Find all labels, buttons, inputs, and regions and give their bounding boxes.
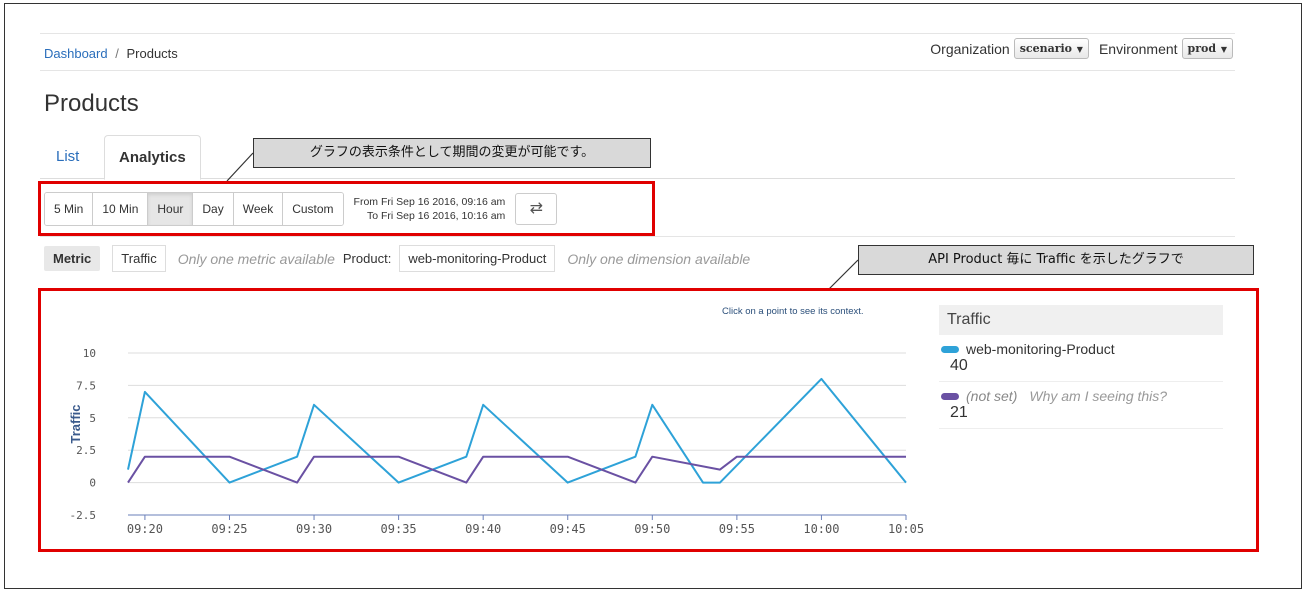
legend-item-name: web-monitoring-Product xyxy=(966,341,1115,357)
y-tick-label: 7.5 xyxy=(76,379,96,392)
metric-note: Only one metric available xyxy=(177,250,335,267)
chart-legend: Traffic web-monitoring-Product 40 (not s… xyxy=(939,305,1223,429)
x-tick-label: 09:50 xyxy=(634,522,670,536)
series-line-0 xyxy=(127,377,907,484)
x-tick-label: 09:35 xyxy=(381,522,417,536)
legend-swatch xyxy=(941,392,959,400)
environment-dropdown[interactable]: prod ▼ xyxy=(1181,38,1233,59)
caret-down-icon: ▼ xyxy=(1074,44,1083,54)
legend-item-value: 40 xyxy=(950,357,968,374)
dimension-note: Only one dimension available xyxy=(567,250,751,267)
organization-value: scenario xyxy=(1019,42,1073,55)
tab-list[interactable]: List xyxy=(42,135,93,179)
period-callout: グラフの表示条件として期間の変更が可能です。 xyxy=(253,138,651,168)
top-bar: Dashboard / Products Organization scenar… xyxy=(40,33,1235,71)
org-env-selectors: Organization scenario ▼ Environment prod… xyxy=(930,38,1233,59)
metric-row: Metric Traffic Only one metric available… xyxy=(44,245,750,272)
breadcrumb-dashboard-link[interactable]: Dashboard xyxy=(44,46,108,61)
x-tick-label: 09:45 xyxy=(550,522,586,536)
x-tick-label: 10:05 xyxy=(888,522,924,536)
x-tick-label: 10:00 xyxy=(803,522,839,536)
tab-analytics[interactable]: Analytics xyxy=(104,135,201,180)
breadcrumb-current: Products xyxy=(126,46,178,61)
product-label: Product: xyxy=(342,251,392,266)
metric-label: Metric xyxy=(44,246,101,271)
traffic-chart: -2.5 0 2.5 5 7.5 10 09:20 09:25 09:30 09:35 09:40 0… xyxy=(68,347,924,536)
y-tick-label: 5 xyxy=(89,412,96,425)
legend-item[interactable]: web-monitoring-Product 40 xyxy=(939,335,1223,382)
organization-dropdown[interactable]: scenario ▼ xyxy=(1013,38,1089,59)
product-selector[interactable]: web-monitoring-Product xyxy=(399,245,556,272)
caret-down-icon: ▼ xyxy=(1218,44,1227,54)
page-title: Products xyxy=(44,90,139,117)
legend-item-name: (not set) xyxy=(966,388,1018,404)
organization-label: Organization xyxy=(930,40,1010,57)
why-seeing-this-link[interactable]: Why am I seeing this? xyxy=(1029,388,1167,404)
breadcrumb: Dashboard / Products xyxy=(44,46,178,61)
legend-item-value: 21 xyxy=(950,404,968,421)
y-axis-label: Traffic xyxy=(68,404,83,443)
y-tick-label: 0 xyxy=(89,477,96,490)
x-tick-label: 09:40 xyxy=(465,522,501,536)
x-tick-label: 09:25 xyxy=(211,522,247,536)
metric-selector[interactable]: Traffic xyxy=(112,245,166,272)
legend-title: Traffic xyxy=(939,305,1223,335)
y-tick-label: -2.5 xyxy=(70,509,97,522)
divider xyxy=(40,236,1235,237)
legend-item[interactable]: (not set) Why am I seeing this? 21 xyxy=(939,382,1223,429)
x-tick-label: 09:30 xyxy=(296,522,332,536)
x-tick-label: 09:55 xyxy=(719,522,755,536)
legend-swatch xyxy=(941,345,959,353)
environment-value: prod xyxy=(1187,42,1217,55)
traffic-callout: API Product 毎に Traffic を示したグラフで xyxy=(858,245,1254,275)
x-tick-label: 09:20 xyxy=(127,522,163,536)
series-line-1 xyxy=(127,455,906,484)
time-toolbar-highlight xyxy=(38,181,655,236)
breadcrumb-separator: / xyxy=(115,46,119,61)
y-tick-label: 10 xyxy=(83,347,96,360)
y-tick-label: 2.5 xyxy=(76,444,96,457)
environment-label: Environment xyxy=(1098,40,1178,57)
